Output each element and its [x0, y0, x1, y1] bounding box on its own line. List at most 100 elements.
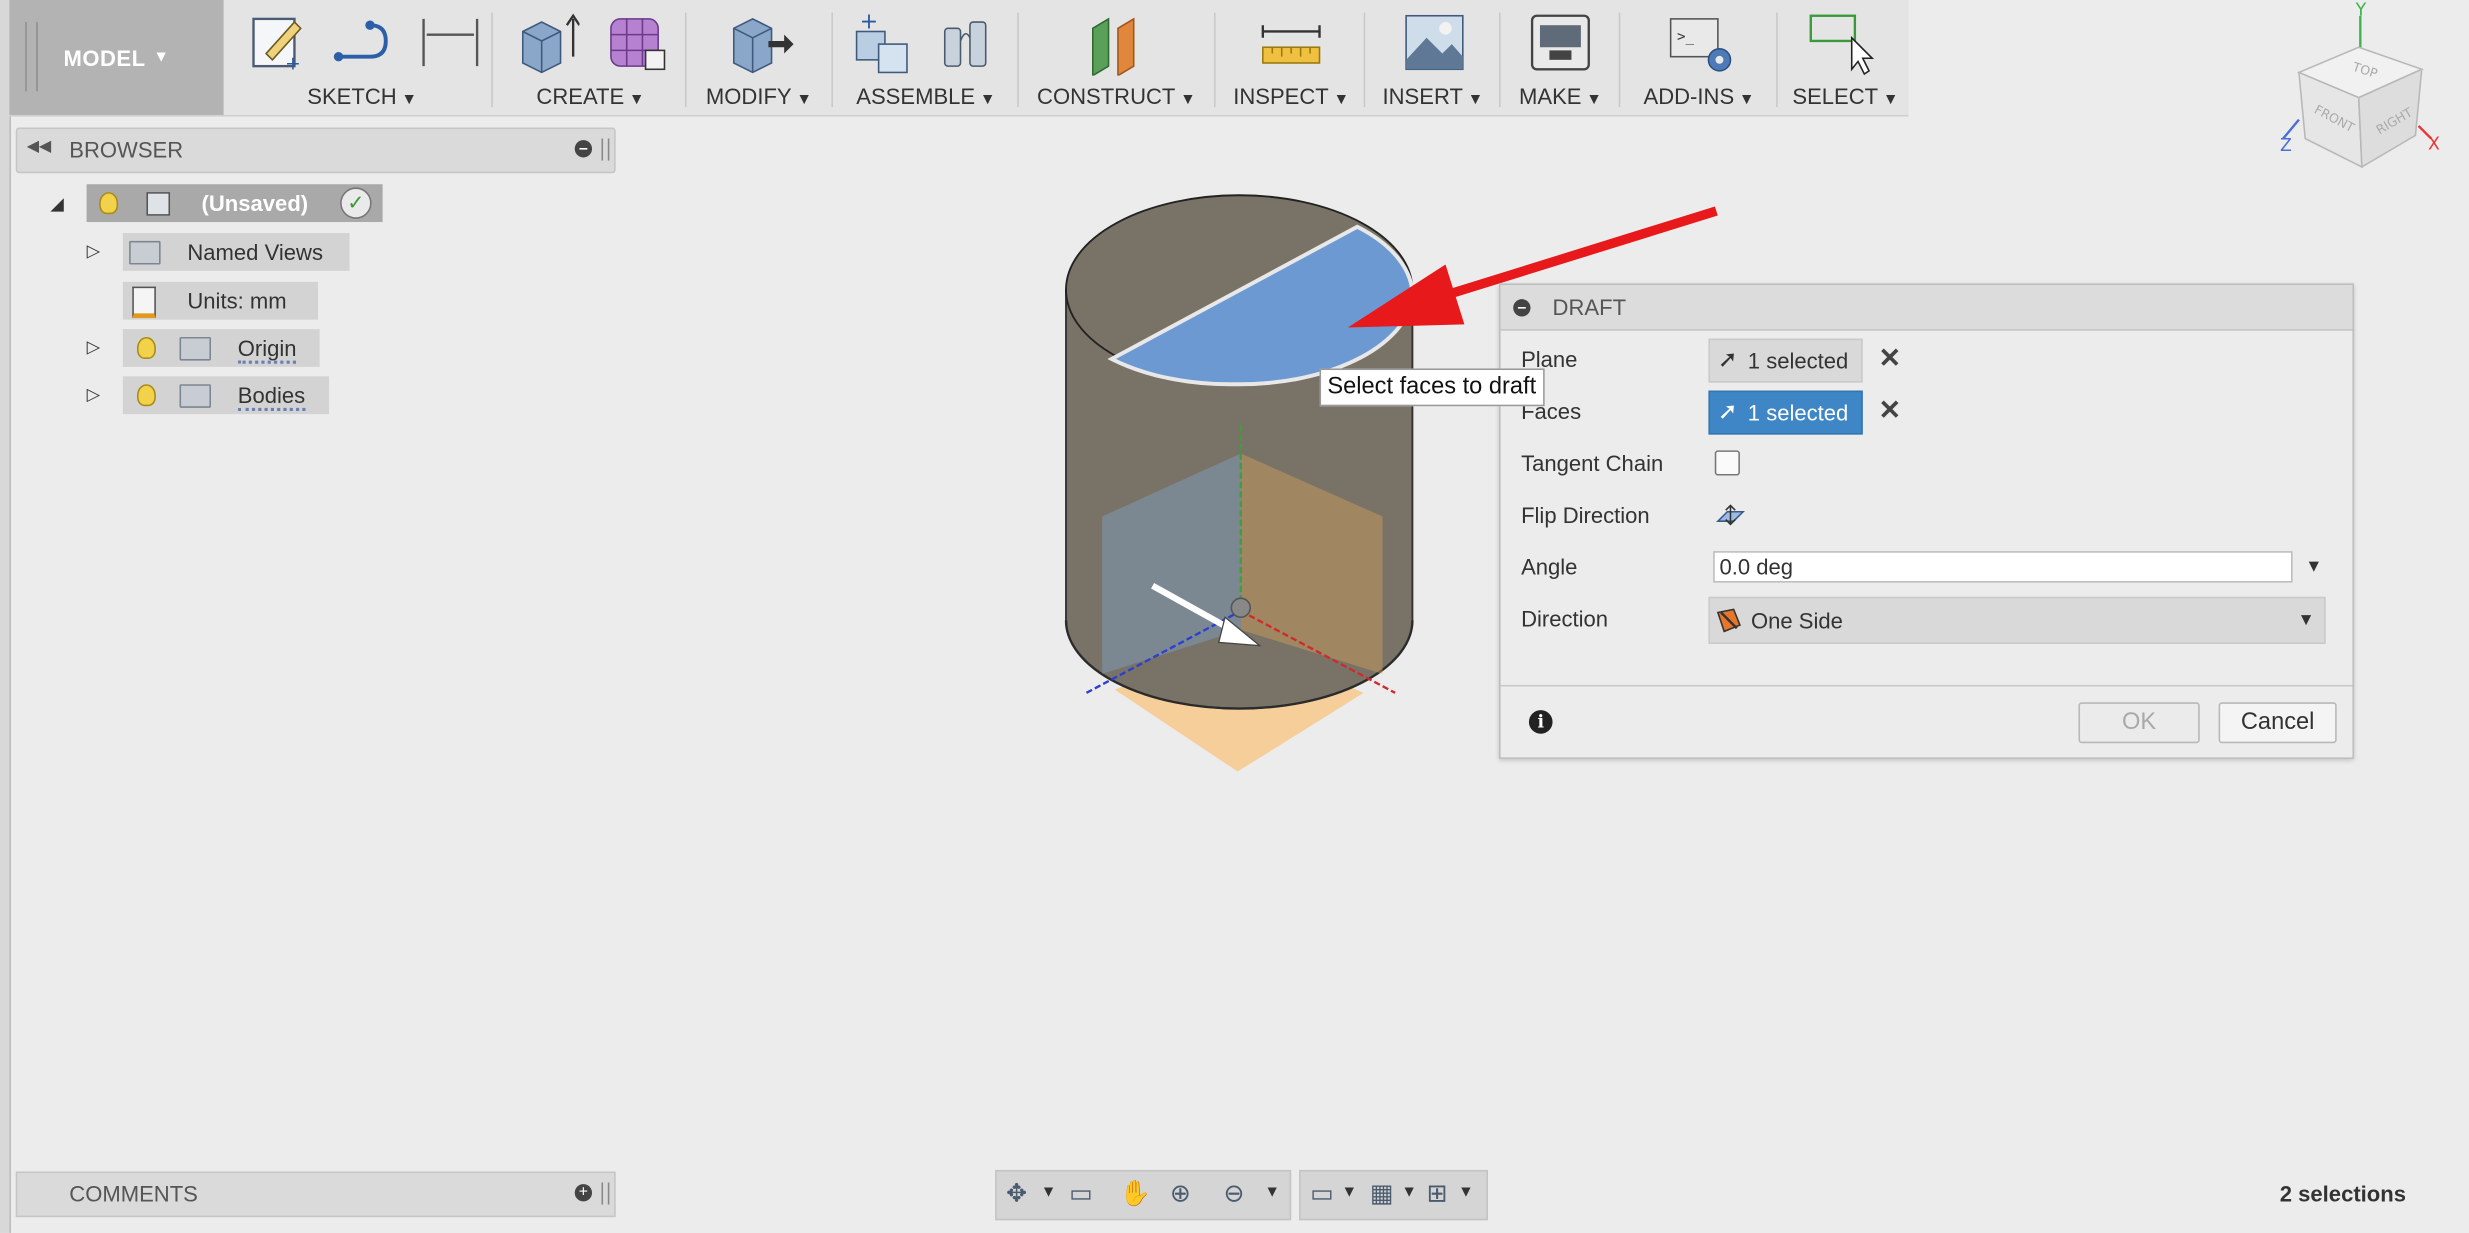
expand-origin-icon[interactable]: ▷ [87, 337, 100, 358]
angle-dropdown-icon[interactable]: ▼ [2305, 557, 2322, 576]
minimize-icon[interactable] [1513, 299, 1531, 317]
folder-icon [179, 384, 211, 408]
new-component-icon[interactable]: + [850, 9, 919, 75]
browser-item-origin[interactable]: Origin [122, 329, 320, 367]
scripts-icon[interactable]: >_ [1666, 9, 1735, 75]
add-comment-icon[interactable]: + [574, 1184, 593, 1202]
sketch-menu[interactable]: SKETCH ▼ [235, 83, 490, 108]
grid-dropdown-icon[interactable]: ▼ [1401, 1184, 1417, 1201]
offset-plane-icon[interactable] [1083, 9, 1149, 76]
svg-text:>_: >_ [1677, 29, 1695, 45]
plane-selector-button[interactable]: ➚ 1 selected [1708, 338, 1863, 383]
arc-line-icon[interactable] [329, 9, 398, 72]
make-group[interactable]: MAKE ▼ [1505, 0, 1615, 115]
minimize-icon[interactable] [574, 140, 593, 158]
zoom-icon[interactable]: ⊕ [1170, 1178, 1191, 1209]
fit-icon[interactable]: ⊖ [1223, 1178, 1244, 1209]
toolbar-divider [1363, 12, 1366, 108]
inspect-group[interactable]: INSPECT ▼ [1222, 0, 1361, 115]
press-pull-icon[interactable] [724, 9, 794, 75]
joint-icon[interactable] [935, 9, 1001, 75]
panel-grip-icon[interactable] [601, 1182, 610, 1205]
assemble-menu[interactable]: ASSEMBLE ▼ [838, 83, 1014, 108]
make-menu[interactable]: MAKE ▼ [1505, 83, 1615, 108]
workspace-model-button[interactable]: MODEL ▼ [9, 0, 224, 115]
tangent-chain-checkbox[interactable] [1714, 450, 1740, 476]
form-icon[interactable] [605, 9, 671, 75]
clear-plane-icon[interactable]: ✕ [1878, 343, 1900, 374]
window-select-icon[interactable] [1808, 9, 1880, 76]
ok-button[interactable]: OK [2078, 702, 2200, 744]
expand-named-views-icon[interactable]: ▷ [87, 241, 100, 261]
modify-group[interactable]: MODIFY ▼ [690, 0, 829, 115]
insert-group[interactable]: INSERT ▼ [1370, 0, 1496, 115]
sketch-group[interactable]: + SKETCH ▼ [235, 0, 490, 115]
expand-bodies-icon[interactable]: ▷ [87, 384, 100, 405]
direction-select[interactable]: One Side ▼ [1708, 596, 2326, 645]
toolbar-divider [1499, 12, 1501, 108]
3d-print-icon[interactable] [1527, 9, 1593, 75]
browser-item-named-views[interactable]: Named Views [122, 233, 350, 271]
orbit-dropdown-icon[interactable]: ▼ [1041, 1184, 1057, 1201]
collapse-panel-icon[interactable]: ◀◀ [27, 139, 51, 156]
visibility-bulb-icon[interactable] [136, 384, 156, 407]
panel-grip-icon[interactable] [601, 138, 610, 161]
viewports-dropdown-icon[interactable]: ▼ [1458, 1184, 1474, 1201]
viewcube[interactable]: Y Z X TOP FRONT RIGHT [2264, 0, 2453, 181]
browser-title: BROWSER [69, 136, 184, 163]
navigation-bar: ✥ ▼ ▭ ✋ ⊕ ⊖ ▼ [995, 1169, 1292, 1221]
display-dropdown-icon[interactable]: ▼ [1342, 1184, 1358, 1201]
root-label: (Unsaved) [201, 190, 309, 216]
info-icon[interactable]: i [1528, 710, 1553, 734]
add-ins-menu[interactable]: ADD-INS ▼ [1625, 83, 1773, 108]
root-expander-icon[interactable]: ◢ [50, 194, 63, 214]
tangent-chain-label: Tangent Chain [1521, 450, 1664, 476]
draft-title: DRAFT [1552, 294, 1627, 320]
browser-root-node[interactable]: (Unsaved) ✓ [86, 184, 383, 223]
viewports-icon[interactable]: ⊞ [1427, 1178, 1448, 1209]
select-menu[interactable]: SELECT ▼ [1782, 83, 1908, 108]
direction-value: One Side [1750, 607, 1843, 633]
assemble-group[interactable]: + ASSEMBLE ▼ [838, 0, 1014, 115]
cancel-button[interactable]: Cancel [2218, 702, 2337, 744]
insert-image-icon[interactable] [1401, 9, 1467, 75]
inspect-menu[interactable]: INSPECT ▼ [1222, 83, 1361, 108]
browser-item-bodies[interactable]: Bodies [122, 376, 330, 415]
svg-text:+: + [285, 52, 301, 72]
clear-faces-icon[interactable]: ✕ [1878, 395, 1900, 426]
look-at-icon[interactable]: ▭ [1069, 1178, 1093, 1209]
plane-selection-count: 1 selected [1747, 347, 1849, 374]
zoom-dropdown-icon[interactable]: ▼ [1264, 1184, 1280, 1201]
flip-direction-icon[interactable] [1715, 502, 1746, 527]
one-side-icon [1716, 608, 1741, 633]
extrude-icon[interactable] [513, 9, 580, 75]
construct-menu[interactable]: CONSTRUCT ▼ [1023, 83, 1209, 108]
browser-header[interactable]: ◀◀ BROWSER [15, 127, 616, 174]
create-menu[interactable]: CREATE ▼ [501, 83, 681, 108]
select-group[interactable]: SELECT ▼ [1782, 0, 1908, 115]
browser-item-label: Units: mm [187, 288, 287, 314]
browser-item-units[interactable]: Units: mm [122, 281, 319, 320]
dimension-icon[interactable] [417, 9, 483, 72]
orbit-icon[interactable]: ✥ [1006, 1178, 1027, 1209]
draft-dialog-header[interactable]: DRAFT [1500, 285, 2353, 331]
insert-menu[interactable]: INSERT ▼ [1370, 83, 1496, 108]
comments-panel[interactable]: COMMENTS + [15, 1171, 616, 1218]
create-group[interactable]: CREATE ▼ [501, 0, 681, 115]
toolbar-grip[interactable] [25, 22, 38, 92]
grid-icon[interactable]: ▦ [1370, 1178, 1394, 1209]
visibility-bulb-icon[interactable] [136, 336, 156, 360]
add-ins-group[interactable]: >_ ADD-INS ▼ [1625, 0, 1773, 115]
faces-selector-button[interactable]: ➚ 1 selected [1708, 390, 1863, 435]
modify-menu[interactable]: MODIFY ▼ [690, 83, 829, 108]
visibility-bulb-icon[interactable] [99, 192, 119, 215]
angle-input[interactable]: 0.0 deg [1713, 551, 2293, 583]
cursor-arrow-icon: ➚ [1717, 346, 1738, 374]
construct-group[interactable]: CONSTRUCT ▼ [1023, 0, 1209, 115]
pan-icon[interactable]: ✋ [1120, 1178, 1151, 1209]
create-sketch-icon[interactable]: + [247, 9, 310, 72]
y-axis-label: Y [2355, 1, 2367, 21]
measure-icon[interactable] [1257, 9, 1326, 75]
chevron-down-icon: ▼ [2297, 610, 2315, 630]
display-settings-icon[interactable]: ▭ [1310, 1178, 1334, 1209]
